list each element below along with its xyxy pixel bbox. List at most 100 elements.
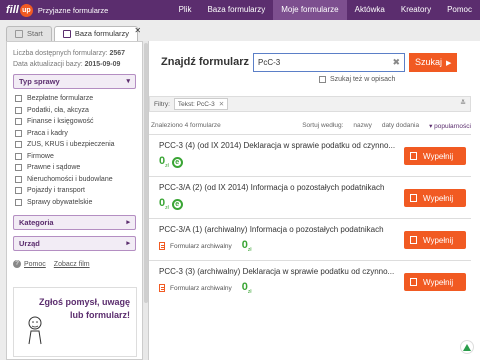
logo-badge: up [19, 3, 33, 17]
type-section-header[interactable]: Typ sprawy ▾ [13, 74, 136, 89]
search-button[interactable]: Szukaj ▶ [409, 53, 457, 72]
form-title[interactable]: PCC-3 (4) (od IX 2014) Deklaracja w spra… [159, 141, 395, 150]
form-title[interactable]: PCC-3 (3) (archiwalny) Deklaracja w spra… [159, 267, 394, 276]
fill-button-label: Wypełnij [423, 193, 454, 203]
checkbox[interactable] [15, 129, 22, 137]
search-descriptions-option[interactable]: Szukaj też w opisach [319, 76, 395, 83]
list-item[interactable]: Sprawy obywatelskie [15, 197, 136, 209]
price-badge: 0zł [242, 281, 252, 295]
chevron-down-icon: ▾ [126, 78, 130, 85]
sidebar: Liczba dostępnych formularzy: 2567 Data … [6, 41, 142, 360]
remove-filter-icon[interactable]: ✕ [219, 100, 224, 108]
archival-label: Formularz archiwalny [170, 242, 232, 250]
document-icon [62, 30, 71, 38]
sort-by-name[interactable]: nazwy [353, 122, 371, 130]
database-updated-info: Data aktualizacji bazy: 2015-09-09 [13, 59, 136, 70]
help-icon: ? [13, 260, 21, 268]
fill-button-label: Wypełnij [423, 235, 454, 245]
help-link[interactable]: Pomoc [24, 261, 46, 268]
tab-start[interactable]: Start [6, 26, 52, 41]
list-item[interactable]: Praca i kadry [15, 128, 136, 140]
price-currency: zł [165, 163, 169, 170]
sort-by-popularity[interactable]: ▾ popularności [429, 122, 471, 130]
price-currency: zł [247, 289, 252, 296]
nav-item-briefcase[interactable]: Aktówka [347, 0, 393, 20]
list-item[interactable]: PCC-3 (4) (od IX 2014) Deklaracja w spra… [149, 134, 471, 176]
checkbox-label: Pojazdy i transport [27, 187, 85, 195]
list-item[interactable]: Nieruchomości i budowlane [15, 174, 136, 186]
list-item[interactable]: PCC-3/A (2) (od IX 2014) Informacja o po… [149, 176, 471, 218]
logo-text: fill [6, 4, 19, 16]
checkbox-label: ZUS, KRUS i ubezpieczenia [27, 141, 115, 149]
form-icon [410, 236, 417, 244]
section-title: Urząd [19, 239, 40, 248]
checkbox[interactable] [15, 141, 22, 149]
tab-form-database[interactable]: Baza formularzy ✕ [53, 24, 141, 41]
promo-line-2: lub formularz! [70, 310, 130, 320]
nav-item-my-forms[interactable]: Moje formularze [273, 0, 347, 20]
collapse-icon[interactable]: ≚ [460, 99, 466, 107]
filter-chip[interactable]: Tekst: PcC-3 ✕ [173, 98, 229, 110]
checkbox[interactable] [15, 164, 22, 172]
checkbox[interactable] [15, 198, 22, 206]
scrollbar-thumb[interactable] [144, 43, 148, 303]
checkbox[interactable] [15, 175, 22, 183]
watch-video-link[interactable]: Zobacz film [54, 261, 90, 268]
archival-label: Formularz archiwalny [170, 284, 232, 292]
sidebar-scrollbar[interactable] [142, 41, 149, 360]
checkbox[interactable] [15, 152, 22, 160]
nav-item-wizards[interactable]: Kreatory [393, 0, 439, 20]
main-nav: Plik Baza formularzy Moje formularze Akt… [171, 0, 480, 20]
app-logo[interactable]: fill up Przyjazne formularze [6, 3, 108, 17]
logo-tagline: Przyjazne formularze [37, 5, 109, 15]
checkbox-label: Finanse i księgowość [27, 118, 94, 126]
category-section-header[interactable]: Kategoria ▸ [13, 215, 136, 230]
form-title[interactable]: PCC-3/A (2) (od IX 2014) Informacja o po… [159, 183, 384, 192]
list-item[interactable]: Finanse i księgowość [15, 116, 136, 128]
clear-icon[interactable]: ✖ [392, 54, 400, 71]
list-item[interactable]: ZUS, KRUS i ubezpieczenia [15, 139, 136, 151]
list-item[interactable]: Podatki, cła, akcyza [15, 105, 136, 117]
updated-value: 2015-09-09 [84, 61, 121, 68]
fill-button[interactable]: Wypełnij [404, 231, 466, 249]
nav-item-form-database[interactable]: Baza formularzy [199, 0, 273, 20]
checkbox[interactable] [319, 76, 326, 83]
checkbox-label: Podatki, cła, akcyza [27, 106, 89, 114]
checkbox-label: Prawne i sądowe [27, 164, 81, 172]
office-section-header[interactable]: Urząd ▸ [13, 236, 136, 251]
price-badge: 0zł [159, 155, 169, 169]
sort-by-date[interactable]: daty dodania [382, 122, 419, 130]
checkbox-label: Firmowe [27, 152, 54, 160]
drive-icon[interactable] [460, 340, 474, 354]
feedback-promo[interactable]: Zgłoś pomysł, uwagę lub formularz! [13, 287, 137, 357]
search-input[interactable]: PcC-3 ✖ [253, 53, 405, 72]
list-item[interactable]: Bezpłatne formularze [15, 93, 136, 105]
promo-text: Zgłoś pomysł, uwagę lub formularz! [39, 296, 130, 322]
archival-badge: Formularz archiwalny [159, 242, 232, 251]
form-meta: 0zł e [159, 155, 183, 169]
fill-button[interactable]: Wypełnij [404, 273, 466, 291]
list-item[interactable]: PCC-3/A (1) (archiwalny) Informacja o po… [149, 218, 471, 260]
checkbox[interactable] [15, 118, 22, 126]
e-submission-icon: e [171, 156, 183, 168]
sort-controls: Sortuj według: nazwy daty dodania ▾ popu… [292, 122, 471, 130]
list-item[interactable]: PCC-3 (3) (archiwalny) Deklaracja w spra… [149, 260, 471, 302]
promo-line-1: Zgłoś pomysł, uwagę [38, 297, 130, 307]
fill-button[interactable]: Wypełnij [404, 189, 466, 207]
available-label: Liczba dostępnych formularzy: [13, 50, 108, 57]
price-badge: 0zł [159, 197, 169, 211]
nav-item-help[interactable]: Pomoc [439, 0, 480, 20]
close-icon[interactable]: ✕ [134, 24, 141, 38]
nav-item-file[interactable]: Plik [171, 0, 200, 20]
list-item[interactable]: Pojazdy i transport [15, 185, 136, 197]
checkbox[interactable] [15, 106, 22, 114]
list-item[interactable]: Firmowe [15, 151, 136, 163]
form-title[interactable]: PCC-3/A (1) (archiwalny) Informacja o po… [159, 225, 384, 234]
list-item[interactable]: Prawne i sądowe [15, 162, 136, 174]
fill-button[interactable]: Wypełnij [404, 147, 466, 165]
checkbox[interactable] [15, 187, 22, 195]
checkbox[interactable] [15, 95, 22, 103]
section-title: Kategoria [19, 218, 54, 227]
results-count: Znaleziono 4 formularze [151, 122, 221, 129]
form-meta: Formularz archiwalny 0zł [159, 239, 252, 253]
